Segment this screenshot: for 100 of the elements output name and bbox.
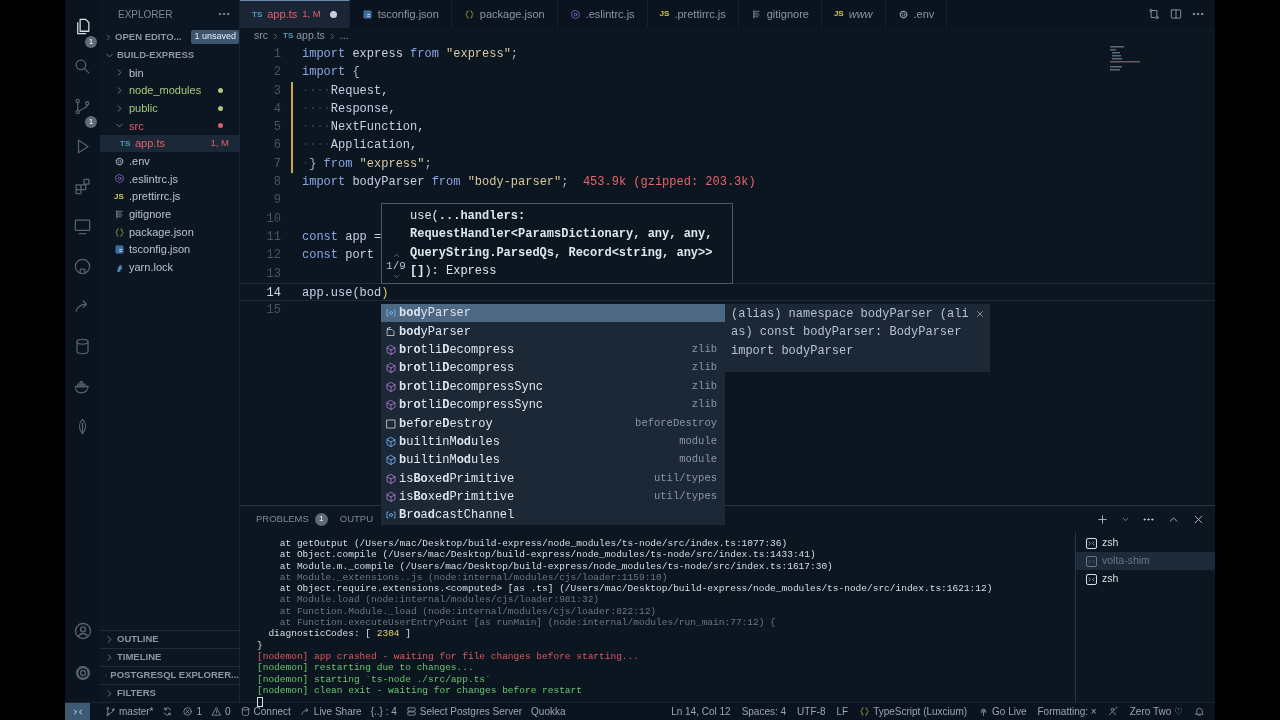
section-header[interactable]: TIMELINE xyxy=(117,650,162,665)
status-item[interactable]: LF xyxy=(836,704,849,719)
blocks-icon[interactable] xyxy=(73,176,92,196)
editor-tab[interactable]: TS app.ts 1, M xyxy=(240,0,350,28)
suggestion-item[interactable]: brotliDecompress zlib xyxy=(381,359,725,378)
terminal-line: [nodemon] restarting due to changes... xyxy=(257,662,475,674)
status-item[interactable]: master* xyxy=(105,704,154,719)
section-header[interactable]: OPEN EDITO... xyxy=(115,29,182,45)
status-item[interactable]: Spaces: 4 xyxy=(741,704,787,719)
file-row[interactable]: TS app.ts 1, M xyxy=(100,134,239,153)
remote-icon xyxy=(1086,573,1097,585)
suggestion-item[interactable]: isBoxedPrimitive util/types xyxy=(381,487,725,507)
code-line: import { xyxy=(302,64,360,82)
file-name: node_modules xyxy=(129,83,203,99)
folder-row[interactable]: node_modules xyxy=(100,81,239,100)
suggestion-item[interactable]: brotliDecompressSync zlib xyxy=(381,377,725,396)
plus-icon[interactable] xyxy=(1096,512,1109,526)
editor-tab[interactable]: .env xyxy=(885,0,948,28)
editor-tab[interactable]: gitignore xyxy=(738,0,822,28)
breadcrumb-item[interactable]: app.ts xyxy=(296,28,325,44)
section-header[interactable]: POSTGRESQL EXPLORER... xyxy=(110,668,239,683)
breadcrumb-item[interactable]: ... xyxy=(339,28,349,44)
cube-icon xyxy=(385,435,397,448)
status-item[interactable]: Ln 14, Col 12 xyxy=(671,704,731,719)
panel-tab[interactable]: PROBLEMS 1 xyxy=(256,511,328,527)
tab-label: www xyxy=(848,6,873,22)
sync-icon[interactable] xyxy=(162,706,174,717)
line-number: 8 xyxy=(273,175,281,190)
status-item[interactable]: Live Share xyxy=(299,704,362,719)
tab-label: tsconfig.json xyxy=(377,6,439,22)
folder-row[interactable]: public xyxy=(100,99,239,118)
overload-counter: 1/9 xyxy=(386,260,406,272)
editor-tab[interactable]: package.json xyxy=(451,0,558,28)
config-file-icon xyxy=(361,8,373,20)
remote-button[interactable] xyxy=(65,703,90,720)
status-item[interactable]: Select Postgres Server xyxy=(405,704,523,719)
braces-icon xyxy=(114,226,125,238)
chevron-down-icon[interactable] xyxy=(391,272,401,281)
branch-icon[interactable] xyxy=(73,96,92,116)
cube-icon xyxy=(385,380,397,393)
editor-tab[interactable]: JS www xyxy=(821,0,886,28)
file-row[interactable]: .env xyxy=(100,152,239,171)
file-row[interactable]: yarn.lock xyxy=(100,258,239,277)
breadcrumb-item[interactable]: src xyxy=(254,28,268,44)
suggestion-item[interactable]: brotliDecompressSync zlib xyxy=(381,395,725,415)
editor-tab[interactable]: JS .prettirrc.js xyxy=(647,0,739,28)
file-row[interactable]: JS .prettirrc.js xyxy=(100,187,239,206)
suggestion-item[interactable]: beforeDestroy beforeDestroy xyxy=(381,414,725,433)
lines-icon xyxy=(750,8,762,20)
status-item[interactable]: Formatting: × xyxy=(1037,704,1097,719)
suggestion-item[interactable]: bodyParser xyxy=(381,322,725,341)
folder-row[interactable]: bin xyxy=(100,64,239,82)
close-icon[interactable] xyxy=(975,309,985,319)
compare-icon[interactable] xyxy=(1147,7,1161,21)
status-item[interactable]: Zero Two ♡ xyxy=(1129,704,1183,719)
status-item[interactable]: Connect xyxy=(239,704,291,719)
line-number: 7 xyxy=(273,156,281,171)
suggestion-detail: zlib xyxy=(691,378,717,394)
suggestion-detail: util/types xyxy=(654,470,717,486)
file-name: .env xyxy=(129,154,151,170)
editor-tab[interactable]: .eslintrc.js xyxy=(557,0,648,28)
suggestion-item[interactable]: brotliDecompress zlib xyxy=(381,340,725,360)
section-header[interactable]: OUTLINE xyxy=(117,632,159,647)
file-row[interactable]: package.json xyxy=(100,223,239,241)
folder-row[interactable]: src xyxy=(100,117,239,135)
braces-icon xyxy=(859,706,871,717)
module-icon xyxy=(385,325,397,338)
status-item[interactable]: Quokka xyxy=(531,704,566,719)
file-row[interactable]: tsconfig.json xyxy=(100,240,239,259)
status-item[interactable]: 1 xyxy=(182,704,202,719)
suggestion-item[interactable]: BroadcastChannel xyxy=(381,506,725,525)
split-editor-icon[interactable] xyxy=(1169,7,1183,21)
database-icon[interactable] xyxy=(73,336,92,356)
circle-icon[interactable] xyxy=(73,256,92,276)
panel-tab[interactable]: OUTPU xyxy=(339,511,374,527)
terminal-line: [nodemon] starting `ts-node ./src/app.ts` xyxy=(257,673,492,685)
person-icon[interactable] xyxy=(1107,706,1119,717)
suggestion-item[interactable]: builtinModules module xyxy=(381,432,725,452)
terminal-line: at getOutput (/Users/mac/Desktop/build-express/node_modules/ts-node/src/index.ts:1077:36) xyxy=(278,538,789,550)
suggestion-item[interactable]: bodyParser xyxy=(381,304,725,323)
file-row[interactable]: .eslintrc.js xyxy=(100,170,239,188)
status-item[interactable]: {..} : 4 xyxy=(370,704,397,719)
terminal-item[interactable]: zsh xyxy=(1076,534,1215,552)
status-item[interactable]: TypeScript (Luxcium) xyxy=(859,704,968,719)
suggestion-item[interactable]: builtinModules module xyxy=(381,451,725,470)
git-status: 1, M xyxy=(210,136,229,151)
status-item[interactable]: 0 xyxy=(211,704,231,719)
chevron-up-icon[interactable] xyxy=(391,251,401,260)
editor-tab[interactable]: tsconfig.json xyxy=(349,0,452,28)
status-item[interactable]: UTF-8 xyxy=(797,704,826,719)
section-header[interactable]: FILTERS xyxy=(117,686,156,701)
bell-icon[interactable] xyxy=(1194,706,1205,717)
account-icon[interactable] xyxy=(72,621,93,641)
suggestion-item[interactable]: isBoxedPrimitive util/types xyxy=(381,469,725,488)
terminal-item[interactable]: zsh xyxy=(1076,570,1215,588)
section-header[interactable]: BUILD-EXPRESS xyxy=(117,47,195,63)
file-type-icon: JS xyxy=(114,190,125,203)
status-item[interactable]: Go Live xyxy=(978,704,1027,719)
file-row[interactable]: gitignore xyxy=(100,205,239,224)
line-number: 3 xyxy=(273,83,281,98)
